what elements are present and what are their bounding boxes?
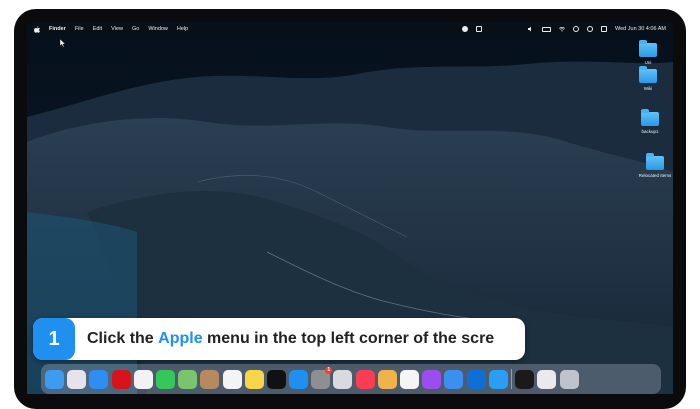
menu-window[interactable]: Window: [148, 26, 168, 32]
messages-icon[interactable]: [155, 369, 175, 389]
volume-icon[interactable]: [528, 26, 534, 32]
menu-app-name[interactable]: Finder: [49, 26, 66, 32]
menu-view[interactable]: View: [111, 26, 123, 32]
notes-icon[interactable]: [244, 369, 264, 389]
step-number-badge: 1: [33, 318, 75, 360]
menu-go[interactable]: Go: [132, 26, 139, 32]
folder-icon: [646, 153, 664, 170]
control-center-icon[interactable]: [587, 26, 594, 32]
instruction-text: Click the Apple menu in the top left cor…: [87, 318, 494, 360]
trash-icon[interactable]: [559, 369, 579, 389]
mk-app-icon[interactable]: [488, 369, 508, 389]
instruction-banner: 1 Click the Apple menu in the top left c…: [33, 318, 525, 360]
search-icon[interactable]: [573, 26, 580, 32]
launchpad-icon[interactable]: [67, 369, 87, 389]
podcasts-icon[interactable]: [422, 369, 442, 389]
app-store-icon[interactable]: [289, 369, 309, 389]
folder-icon: [639, 40, 657, 57]
photos-icon[interactable]: [400, 369, 419, 389]
mail-icon[interactable]: [444, 369, 464, 389]
notification-icon[interactable]: [601, 26, 608, 32]
maps-icon[interactable]: [178, 369, 198, 389]
desktop-folder-wiki[interactable]: Wiki: [628, 66, 668, 91]
instruction-text-before: Click the: [87, 330, 159, 347]
finder-icon[interactable]: [45, 369, 64, 389]
cloud-icon[interactable]: [515, 369, 535, 389]
desktop-icon-label: backup1: [641, 129, 659, 134]
desktop-icon-label: Relocated Items: [638, 173, 672, 178]
status-app-icon[interactable]: [462, 26, 469, 32]
menu-file[interactable]: File: [75, 26, 84, 32]
teamviewer-icon[interactable]: [466, 369, 486, 389]
preview-icon[interactable]: [333, 369, 353, 389]
folder-icon: [641, 109, 659, 126]
menu-bar: Finder File Edit View Go Window Help Wed…: [27, 22, 673, 36]
pages-icon[interactable]: [377, 369, 397, 389]
instruction-highlight: Apple: [158, 330, 203, 347]
dock-separator: [510, 369, 512, 389]
apple-menu-icon[interactable]: [34, 25, 40, 33]
apple-tv-icon[interactable]: [266, 369, 286, 389]
reminders-icon[interactable]: [222, 369, 242, 389]
desktop-icon-label: Uni: [644, 60, 652, 65]
desktop-folder-relocated-items[interactable]: Relocated Items: [635, 153, 673, 178]
dock: 1: [41, 364, 661, 394]
contacts-icon[interactable]: [200, 369, 220, 389]
battery-icon[interactable]: [542, 26, 552, 32]
system-preferences-icon[interactable]: 1: [311, 366, 333, 389]
desktop-folder-backup1[interactable]: backup1: [630, 109, 670, 134]
document-icon[interactable]: [537, 369, 557, 389]
menu-help[interactable]: Help: [177, 26, 188, 32]
menu-edit[interactable]: Edit: [93, 26, 102, 32]
desktop-folder-uni[interactable]: Uni: [628, 40, 668, 65]
opera-icon[interactable]: [111, 369, 131, 389]
menubar-clock[interactable]: Wed Jun 30 4:06 AM: [615, 26, 666, 32]
safari-icon[interactable]: [89, 369, 109, 389]
chrome-icon[interactable]: [133, 369, 153, 389]
desktop-icon-label: Wiki: [643, 86, 653, 91]
mouse-cursor-icon: [60, 39, 66, 47]
notification-badge: 1: [325, 366, 333, 374]
instruction-text-after: menu in the top left corner of the scre: [202, 330, 495, 347]
folder-icon: [639, 66, 657, 83]
music-icon[interactable]: [355, 369, 375, 389]
status-app2-icon[interactable]: [476, 26, 483, 32]
wifi-icon[interactable]: [559, 26, 566, 32]
